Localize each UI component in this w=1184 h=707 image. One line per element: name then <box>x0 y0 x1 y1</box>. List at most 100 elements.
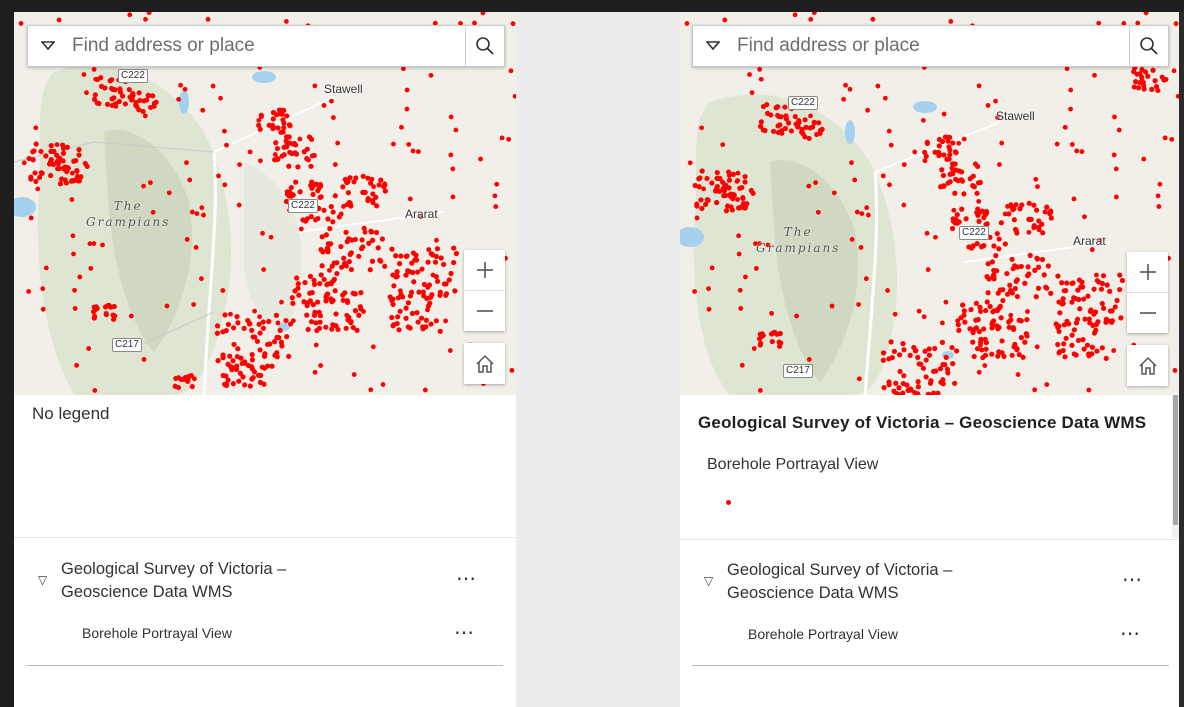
layer-options-menu-icon[interactable]: ⋯ <box>1122 570 1143 590</box>
borehole-point <box>300 217 306 223</box>
borehole-point <box>249 352 255 358</box>
borehole-point <box>730 171 736 177</box>
borehole-point <box>43 153 49 159</box>
borehole-point <box>1112 114 1117 120</box>
borehole-point <box>395 295 402 301</box>
borehole-point <box>347 251 353 257</box>
search-input[interactable] <box>733 27 1129 65</box>
mountain-label: The Grampians <box>756 224 840 256</box>
borehole-point <box>782 104 788 110</box>
borehole-point <box>249 327 255 333</box>
borehole-point <box>769 310 775 316</box>
borehole-point <box>1039 221 1045 227</box>
borehole-point <box>706 306 712 312</box>
borehole-point <box>947 152 953 158</box>
borehole-point <box>692 182 698 189</box>
borehole-point <box>1033 207 1040 213</box>
borehole-point <box>970 339 976 345</box>
borehole-point <box>275 320 281 326</box>
sublayer-options-menu-icon[interactable]: ⋯ <box>1120 624 1141 644</box>
borehole-point <box>968 306 974 313</box>
borehole-point <box>423 317 429 323</box>
borehole-point <box>414 310 420 316</box>
borehole-point <box>64 169 70 175</box>
legend-service-title: Geological Survey of Victoria – Geoscien… <box>698 413 1147 432</box>
borehole-point <box>91 66 97 72</box>
borehole-point <box>1010 266 1016 272</box>
borehole-point <box>344 298 350 304</box>
borehole-point <box>452 288 458 294</box>
borehole-point <box>1089 344 1095 350</box>
legend-scrollbar[interactable] <box>1172 395 1179 538</box>
borehole-point <box>286 163 292 169</box>
borehole-point <box>371 184 377 190</box>
borehole-point <box>887 182 892 188</box>
map-view[interactable]: C222 C222 C217 Stawell Ararat The Grampi… <box>14 12 516 395</box>
borehole-point <box>214 323 221 329</box>
collapse-caret-icon[interactable]: ▽ <box>704 574 713 588</box>
scrollbar-thumb[interactable] <box>1173 395 1178 525</box>
search-button[interactable] <box>1129 26 1168 66</box>
borehole-point <box>1173 21 1179 27</box>
borehole-point <box>451 245 457 251</box>
borehole-point <box>60 150 67 156</box>
borehole-point <box>1054 141 1060 147</box>
borehole-point <box>297 189 303 195</box>
borehole-point <box>69 197 75 202</box>
home-button[interactable] <box>464 343 505 384</box>
search-input[interactable] <box>68 27 465 65</box>
borehole-point <box>382 188 388 194</box>
borehole-point <box>989 325 995 331</box>
borehole-point <box>1015 372 1021 377</box>
borehole-point <box>415 319 421 325</box>
borehole-point <box>235 320 241 326</box>
borehole-point <box>1081 346 1087 352</box>
map-view-right[interactable]: C222 C222 C217 Stawell Ararat The Grampi… <box>680 12 1179 395</box>
borehole-point <box>770 128 777 134</box>
borehole-point <box>362 229 368 235</box>
borehole-point <box>405 300 411 306</box>
search-button[interactable] <box>465 26 504 66</box>
search-source-dropdown[interactable] <box>693 26 733 66</box>
borehole-point <box>205 16 211 22</box>
borehole-point <box>999 338 1005 344</box>
borehole-point <box>77 274 83 280</box>
borehole-point <box>309 179 315 185</box>
collapse-caret-icon[interactable]: ▽ <box>38 573 47 587</box>
zoom-in-button[interactable] <box>464 250 505 290</box>
borehole-point <box>81 72 87 77</box>
borehole-point <box>880 357 887 363</box>
home-button[interactable] <box>1127 345 1168 386</box>
borehole-point <box>740 195 746 201</box>
layer-options-menu-icon[interactable]: ⋯ <box>456 569 477 589</box>
borehole-point <box>249 376 255 382</box>
borehole-point <box>1157 181 1163 187</box>
borehole-point <box>792 113 798 120</box>
borehole-point <box>284 144 290 150</box>
town-label-stawell: Stawell <box>996 109 1035 123</box>
borehole-point <box>389 314 395 321</box>
borehole-point <box>1035 184 1040 190</box>
borehole-point <box>141 357 147 362</box>
borehole-point <box>210 83 216 89</box>
zoom-out-button[interactable] <box>1127 292 1168 333</box>
borehole-point <box>1025 264 1031 270</box>
borehole-point <box>318 194 324 200</box>
borehole-point <box>1033 176 1039 182</box>
borehole-point <box>390 296 396 302</box>
borehole-point <box>448 270 454 277</box>
zoom-out-button[interactable] <box>464 290 505 331</box>
borehole-point <box>351 372 357 377</box>
borehole-point <box>921 314 927 320</box>
search-source-dropdown[interactable] <box>28 26 68 66</box>
sublayer-options-menu-icon[interactable]: ⋯ <box>454 623 475 643</box>
borehole-point <box>849 160 854 166</box>
borehole-point <box>1048 215 1054 221</box>
zoom-in-button[interactable] <box>1127 252 1168 292</box>
borehole-point <box>430 272 436 278</box>
borehole-point <box>1139 74 1145 80</box>
borehole-point <box>1022 339 1028 345</box>
borehole-point <box>305 326 311 333</box>
borehole-point <box>1086 387 1092 393</box>
borehole-point <box>368 387 374 393</box>
